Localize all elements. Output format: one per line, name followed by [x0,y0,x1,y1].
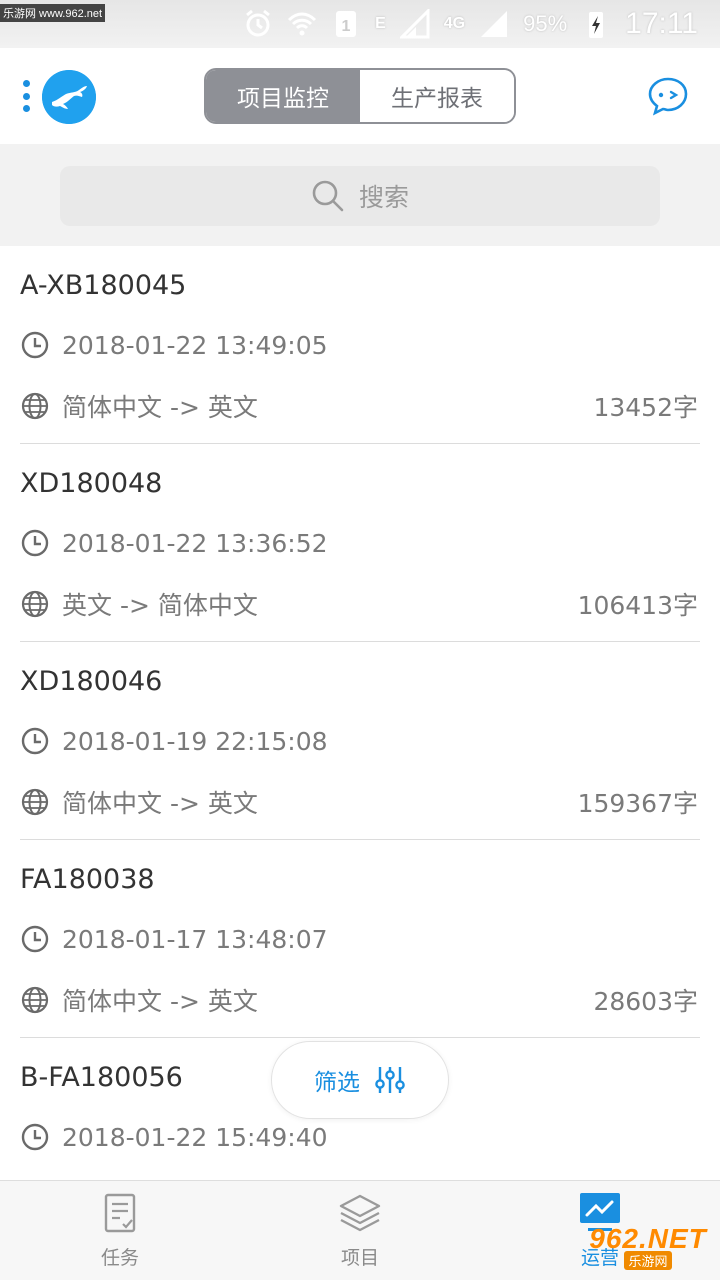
status-bar: 乐游网 www.962.net 1 E 4G 95% 17:11 [0,0,720,48]
search-input[interactable]: 搜索 [60,166,660,226]
nav-label-tasks: 任务 [100,1247,139,1269]
watermark-brand: 962.NET [589,1222,707,1254]
list-item[interactable]: XD180048 2018-01-22 13:36:52 英文 -> 简体中文 … [0,444,720,642]
lang-row: 英文 -> 简体中文 [20,586,258,622]
watermark-sub: 乐游网 [624,1250,672,1270]
clock-icon [21,925,49,953]
status-icons: 1 E 4G 95% 17:11 [243,4,698,44]
sim-icon: 1 [336,11,357,37]
clock-icon [21,331,49,359]
search-placeholder: 搜索 [358,183,409,212]
nav-item-projects[interactable]: 项目 [240,1181,480,1280]
bottom-nav: 任务 项目 运营 962.NET 乐游网 [0,1180,720,1280]
word-count: 159367字 [577,789,698,818]
search-icon [312,180,344,212]
globe-icon [21,392,49,420]
watermark-top: 乐游网 www.962.net [0,4,106,22]
word-count: 28603字 [593,987,698,1016]
project-lang: 英文 -> 简体中文 [62,591,258,620]
battery-charging-icon [589,12,604,38]
lang-row: 简体中文 -> 英文 [20,982,258,1018]
tab-production-report[interactable]: 生产报表 [360,70,514,122]
svg-text:1: 1 [342,18,351,35]
search-area: 搜索 [0,144,720,246]
time-row: 2018-01-22 15:49:40 [20,1122,328,1152]
globe-icon [21,590,49,618]
clock-icon [21,1123,49,1151]
nav-item-tasks[interactable]: 任务 [0,1181,240,1280]
filter-button[interactable]: 筛选 [271,1041,449,1119]
project-code: B-FA180056 [20,1062,183,1093]
signal-icon-2 [481,11,508,37]
lang-row: 简体中文 -> 英文 [20,784,258,820]
project-code: XD180048 [20,468,163,499]
app-header: 项目监控 生产报表 [0,48,720,144]
time-row: 2018-01-22 13:36:52 [20,528,328,558]
globe-icon [21,986,49,1014]
app-logo-icon[interactable] [42,70,96,124]
project-lang: 简体中文 -> 英文 [62,789,258,818]
project-lang: 简体中文 -> 英文 [62,987,258,1016]
project-time: 2018-01-22 13:49:05 [62,330,328,360]
time-row: 2018-01-19 22:15:08 [20,726,328,756]
lang-row: 简体中文 -> 英文 [20,388,258,424]
list-item[interactable]: XD180046 2018-01-19 22:15:08 简体中文 -> 英文 … [0,642,720,840]
menu-dots-icon[interactable] [20,80,32,112]
nav-item-operations[interactable]: 运营 962.NET 乐游网 [480,1181,720,1280]
word-count: 13452字 [593,393,698,422]
project-time: 2018-01-22 15:49:40 [62,1122,328,1152]
word-count: 106413字 [577,591,698,620]
project-code: FA180038 [20,864,155,895]
project-time: 2018-01-22 13:36:52 [62,528,328,558]
tab-segment: 项目监控 生产报表 [204,68,516,124]
list-item[interactable]: A-XB180045 2018-01-22 13:49:05 简体中文 -> 英… [0,246,720,444]
clock: 17:11 [625,7,698,40]
layers-icon [339,1194,381,1232]
clock-icon [21,727,49,755]
chat-icon[interactable] [646,74,690,118]
globe-icon [21,788,49,816]
network-4g-label: 4G [443,15,466,32]
task-icon [104,1193,136,1233]
filter-label: 筛选 [314,1070,360,1096]
time-row: 2018-01-22 13:49:05 [20,330,328,360]
battery-percent: 95% [523,11,568,36]
project-lang: 简体中文 -> 英文 [62,393,258,422]
time-row: 2018-01-17 13:48:07 [20,924,328,954]
watermark-logo: 962.NET 乐游网 [584,1220,712,1272]
tab-project-monitor[interactable]: 项目监控 [206,70,360,122]
alarm-icon [246,9,271,37]
nav-label-projects: 项目 [340,1247,379,1269]
list-item[interactable]: FA180038 2018-01-17 13:48:07 简体中文 -> 英文 … [0,840,720,1038]
project-time: 2018-01-19 22:15:08 [62,726,328,756]
project-time: 2018-01-17 13:48:07 [62,924,328,954]
signal-icon [399,9,430,39]
network-e-label: E [375,15,386,32]
clock-icon [21,529,49,557]
project-code: XD180046 [20,666,163,697]
project-code: A-XB180045 [20,270,187,301]
wifi-icon [288,12,317,36]
sliders-icon [375,1067,405,1093]
